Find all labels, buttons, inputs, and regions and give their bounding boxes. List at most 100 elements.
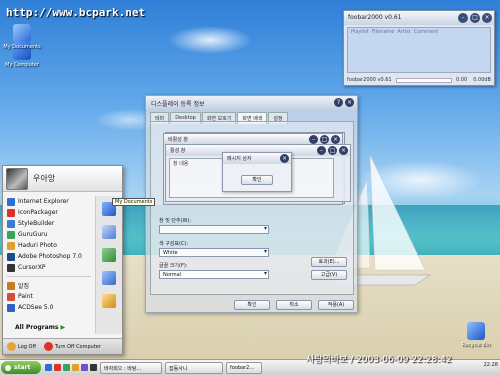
menu-item-label: GuruGuru: [18, 231, 48, 238]
alzip-icon: [7, 281, 15, 290]
menu-item-label: Internet Explorer: [18, 198, 69, 205]
maximize-icon: □: [328, 146, 337, 155]
turn-off-label: Turn Off Computer: [54, 343, 101, 350]
message-box-title: 메시지 상자: [227, 156, 252, 162]
menu-item-paint[interactable]: Paint: [5, 291, 93, 302]
cursorxp-icon: [7, 263, 15, 272]
program-list: Internet Explorer IconPackager StyleBuil…: [5, 196, 93, 313]
control-panel-icon[interactable]: [102, 271, 116, 285]
log-off-button[interactable]: Log Off: [7, 342, 36, 351]
clock: 22:28: [483, 362, 498, 368]
menu-item-label: 알집: [18, 283, 30, 290]
foobar-title: foobar2000 v0.61: [348, 14, 402, 21]
font-size-select[interactable]: Normal: [159, 270, 269, 279]
playlist-column: Artist: [397, 29, 411, 35]
turn-off-button[interactable]: Turn Off Computer: [43, 342, 101, 351]
foobar-status-bar: foobar2000 v0.61 0.00 0.00dB: [347, 75, 491, 85]
desktop-icon-label: My Computer: [5, 62, 39, 68]
menu-item-internet-explorer[interactable]: Internet Explorer: [5, 196, 93, 207]
places-column: [95, 196, 122, 334]
foobar-playlist[interactable]: Playlist Filename Artist Comment: [347, 27, 491, 73]
desktop-icon-my-documents[interactable]: My Documents: [2, 24, 42, 50]
menu-item-stylebuilder[interactable]: StyleBuilder: [5, 218, 93, 229]
menu-separator: [7, 276, 91, 277]
paint-icon: [7, 292, 15, 301]
minimize-icon: –: [317, 146, 326, 155]
effects-button[interactable]: 효과(E)...: [311, 257, 347, 267]
taskbar-item[interactable]: foobar2...: [226, 361, 262, 374]
search-icon[interactable]: [102, 294, 116, 308]
taskbar-item[interactable]: 바자회으 : 바탕...: [100, 361, 162, 374]
avatar[interactable]: [6, 167, 28, 190]
tooltip: My Documents: [112, 198, 156, 206]
status-volume: 0.00dB: [473, 77, 491, 83]
my-music-icon[interactable]: [102, 248, 116, 262]
close-icon: ×: [280, 154, 289, 163]
color-scheme-label: 색 구성표(C):: [159, 241, 189, 247]
dialog-title-bar[interactable]: 디스플레이 등록 정보 ? ×: [146, 96, 357, 110]
foobar-window: foobar2000 v0.61 – □ × Playlist Filename…: [343, 10, 495, 86]
menu-item-alzip[interactable]: 알집: [5, 280, 93, 291]
apply-button[interactable]: 적용(A): [318, 300, 354, 310]
menu-item-haduri-photo[interactable]: Haduri Photo: [5, 240, 93, 251]
taskbar-item[interactable]: 잡동사니: [165, 361, 223, 374]
app-icon[interactable]: [72, 364, 79, 371]
recycle-bin-icon: [467, 322, 485, 340]
close-icon: ×: [331, 135, 340, 144]
font-size-label: 글꼴 크기(F):: [159, 263, 188, 269]
menu-item-label: ACDSee 5.0: [18, 304, 54, 311]
cancel-button[interactable]: 취소: [276, 300, 312, 310]
menu-item-cursorxp[interactable]: CursorXP: [5, 262, 93, 273]
playlist-header: Playlist Filename Artist Comment: [348, 28, 490, 36]
menu-item-label: Paint: [18, 293, 33, 300]
browser-icon[interactable]: [45, 364, 52, 371]
stylebuilder-icon: [7, 219, 15, 228]
message-ok-button: 확인: [241, 175, 273, 185]
playlist-column: Filename: [371, 29, 395, 35]
help-icon[interactable]: ?: [334, 98, 343, 107]
advanced-button[interactable]: 고급(V): [311, 270, 347, 280]
maximize-icon: □: [320, 135, 329, 144]
close-icon[interactable]: ×: [482, 13, 492, 23]
watermark-url: http://www.bcpark.net: [6, 6, 146, 19]
ok-button[interactable]: 확인: [234, 300, 270, 310]
color-scheme-select[interactable]: White: [159, 248, 269, 257]
logoff-bar: Log Off Turn Off Computer: [3, 338, 122, 354]
menu-item-label: Adobe Photoshop 7.0: [18, 253, 82, 260]
app-icon[interactable]: [54, 364, 61, 371]
foobar-title-bar[interactable]: foobar2000 v0.61 – □ ×: [344, 11, 494, 25]
key-icon: [7, 342, 16, 351]
color-scheme-value: White: [163, 250, 178, 256]
menu-item-photoshop[interactable]: Adobe Photoshop 7.0: [5, 251, 93, 262]
internet-explorer-icon: [7, 197, 15, 206]
iconpackager-icon: [7, 208, 15, 217]
desktop-icon-label: My Documents: [3, 44, 41, 50]
start-button[interactable]: start: [1, 361, 41, 374]
menu-item-guruguru[interactable]: GuruGuru: [5, 229, 93, 240]
playlist-column: Comment: [413, 29, 439, 35]
menu-item-label: CursorXP: [18, 264, 46, 271]
playlist-column: Playlist: [351, 29, 369, 35]
menu-item-label: IconPackager: [18, 209, 58, 216]
minimize-icon[interactable]: –: [458, 13, 468, 23]
app-icon[interactable]: [63, 364, 70, 371]
close-icon[interactable]: ×: [345, 98, 354, 107]
menu-item-acdsee[interactable]: ACDSee 5.0: [5, 302, 93, 313]
app-icon[interactable]: [90, 364, 97, 371]
font-size-value: Normal: [163, 272, 182, 278]
maximize-icon[interactable]: □: [470, 13, 480, 23]
menu-item-label: StyleBuilder: [18, 220, 55, 227]
app-icon[interactable]: [81, 364, 88, 371]
all-programs-label: All Programs: [15, 324, 59, 331]
start-label: start: [14, 364, 31, 371]
start-menu: 우아앙 Internet Explorer IconPackager Style…: [2, 165, 123, 355]
menu-item-iconpackager[interactable]: IconPackager: [5, 207, 93, 218]
my-pictures-icon[interactable]: [102, 225, 116, 239]
desktop-icon-label: Recycle Bin: [461, 342, 491, 348]
desktop-icon-recycle-bin[interactable]: Recycle Bin: [456, 322, 496, 348]
all-programs-button[interactable]: All Programs ▶: [15, 324, 65, 331]
seek-bar[interactable]: [395, 77, 453, 83]
photoshop-icon: [7, 252, 15, 261]
windows-buttons-select[interactable]: [159, 225, 269, 234]
haduri-photo-icon: [7, 241, 15, 250]
